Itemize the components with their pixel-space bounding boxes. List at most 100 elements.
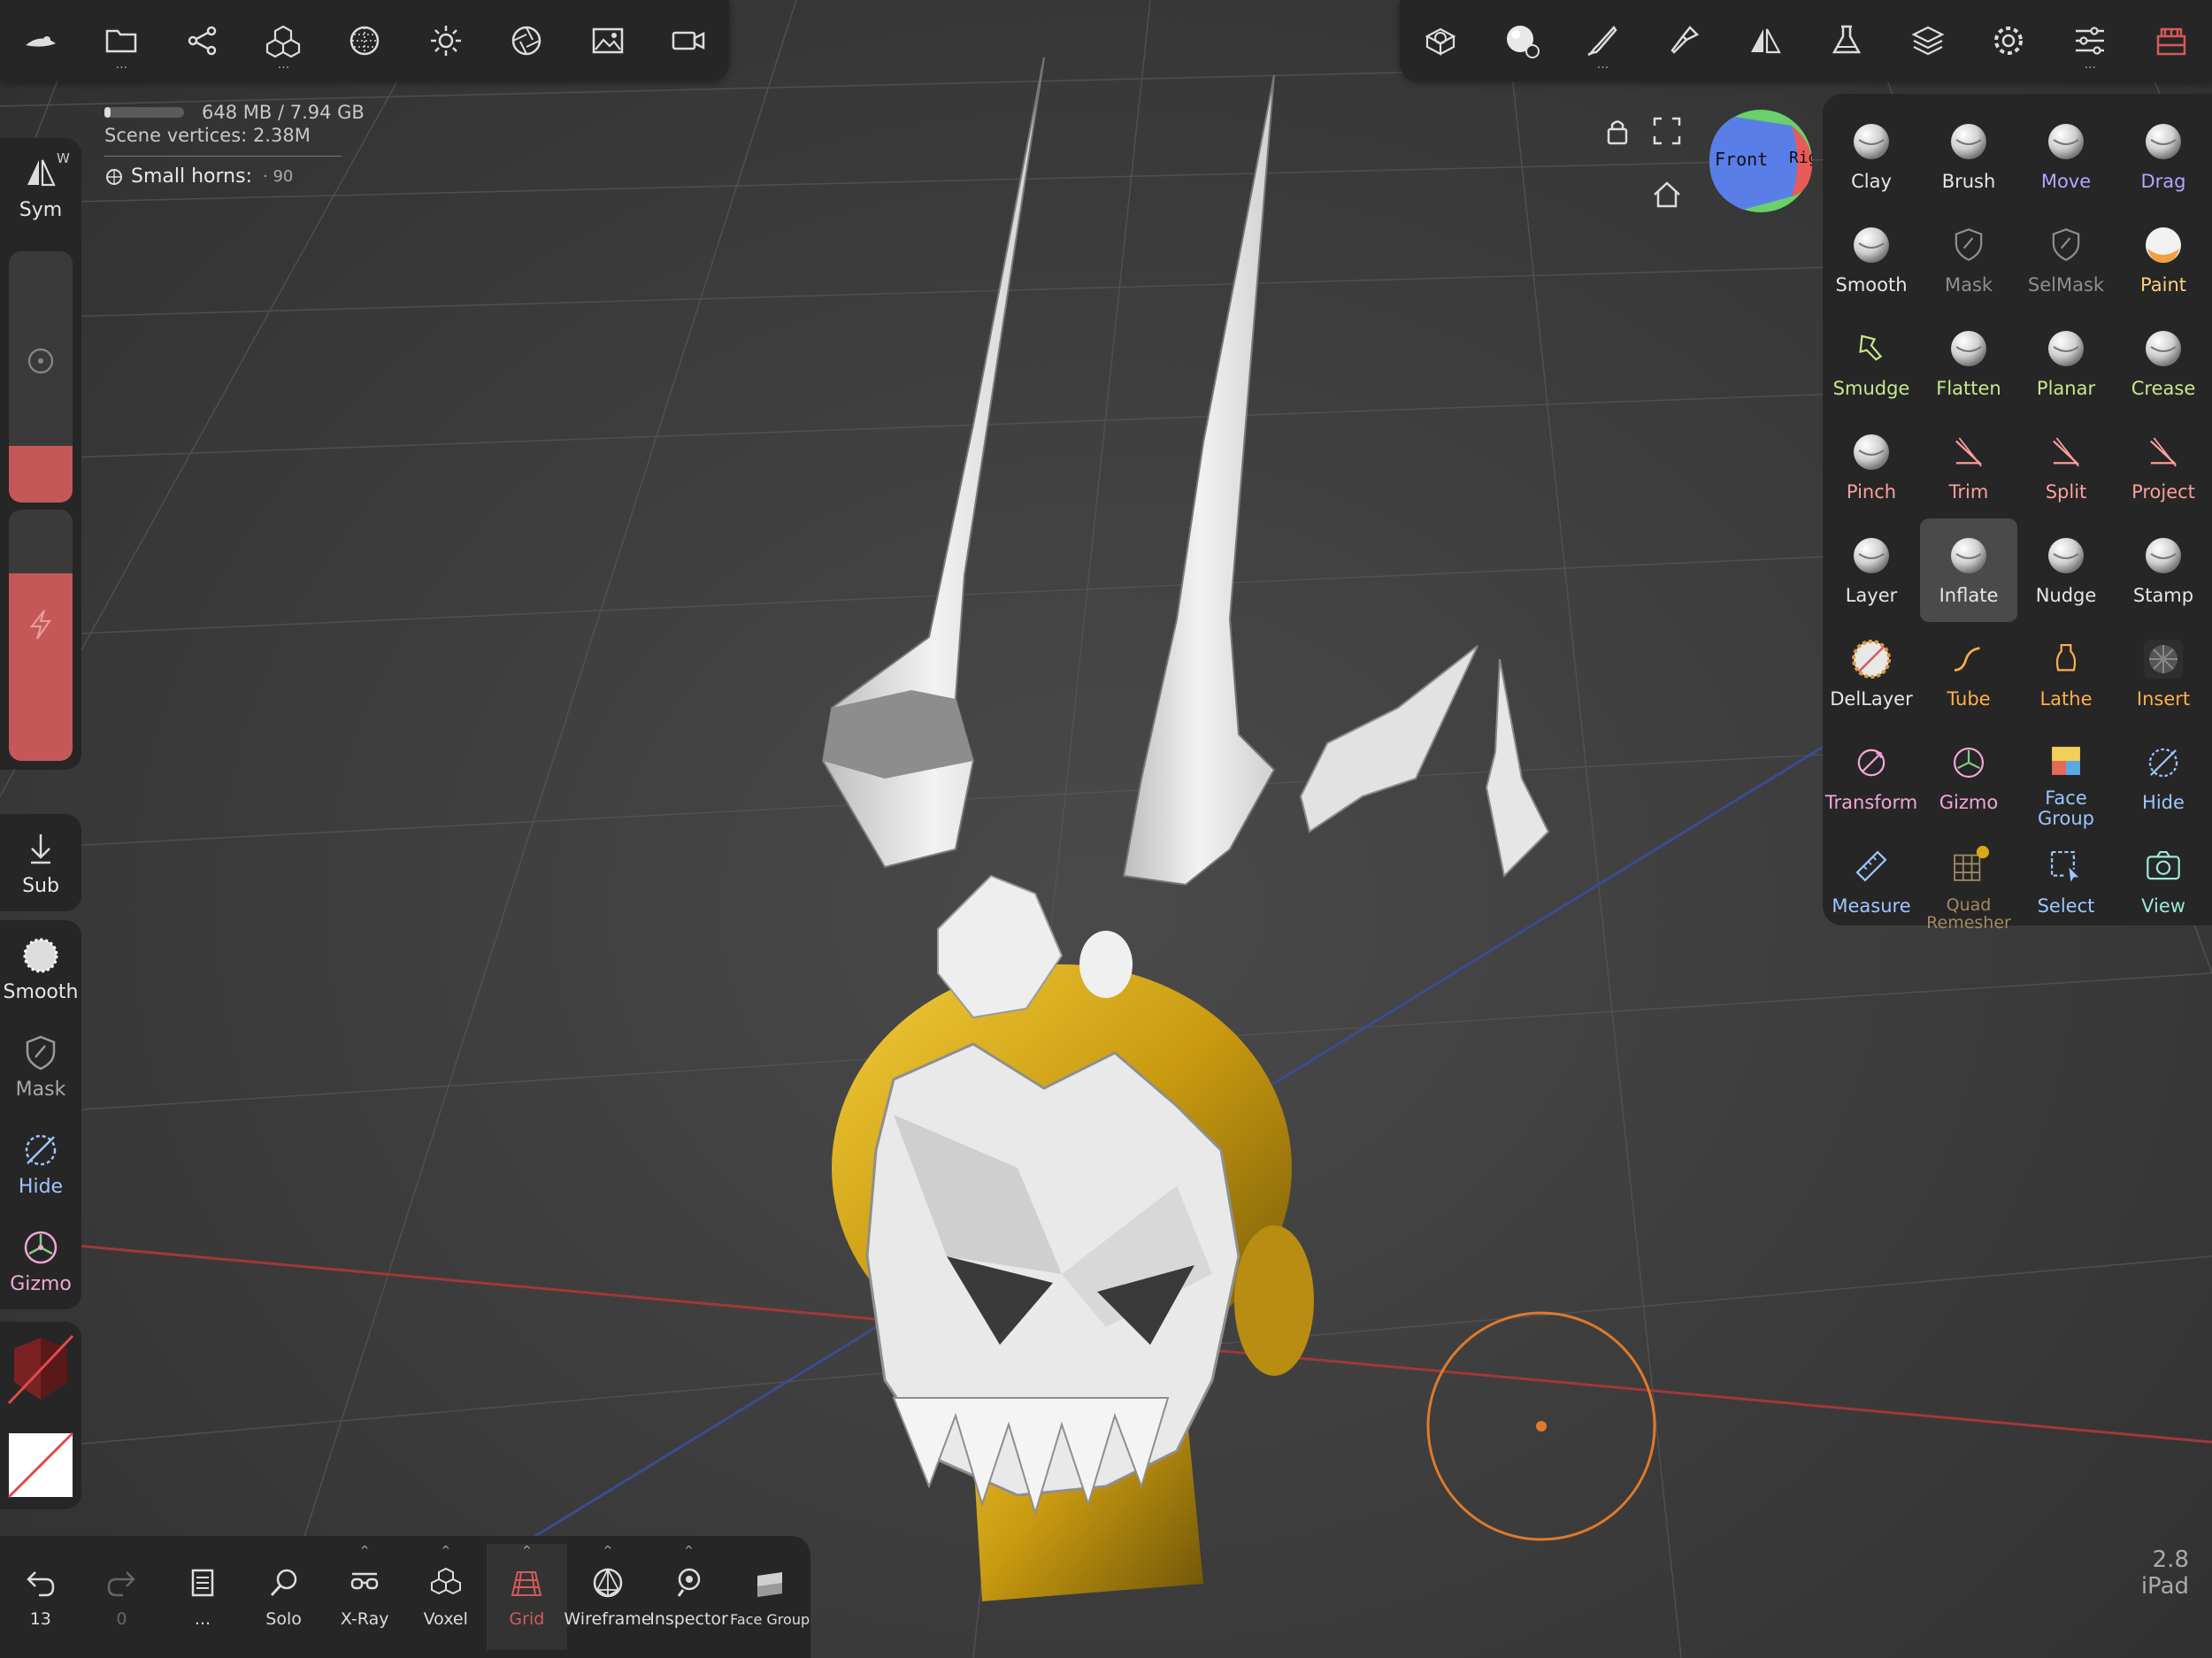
sub-button[interactable]: Sub [0,814,81,911]
tool-gizmo[interactable]: Gizmo [1920,725,2017,829]
selected-object-info[interactable]: Small horns: · 90 [104,165,365,188]
undo-button[interactable]: 13 [0,1544,81,1650]
tool-tube[interactable]: Tube [1920,622,2017,725]
tool-mask[interactable]: Mask [1920,208,2017,311]
tool-nudge[interactable]: Nudge [2017,518,2115,622]
tool-flatten[interactable]: Flatten [1920,311,2017,415]
brush-icon [1946,119,1992,165]
camera-lens-button[interactable] [486,1,567,81]
scene-stats: 648 MB / 7.94 GB Scene vertices: 2.38M S… [104,101,365,188]
topology-button[interactable] [1400,1,1481,81]
navigation-cube[interactable]: Front Right [1708,108,1814,214]
material-button[interactable] [1481,1,1563,81]
home-view-icon[interactable] [1651,179,1683,211]
voxel-button[interactable]: ^ Voxel [405,1544,487,1650]
gizmo-icon [1946,740,1992,786]
face-group-button[interactable]: Face Group [729,1544,810,1650]
tool-insert[interactable]: Insert [2115,622,2212,725]
shortcut-gizmo[interactable]: Gizmo [0,1212,81,1309]
version-number: 2.8 [2152,1547,2189,1573]
tool-face-group[interactable]: Face Group [2017,725,2115,829]
stamp-icon [2140,533,2186,579]
fullscreen-icon[interactable] [1651,115,1683,147]
scene-button[interactable] [162,1,243,81]
layer-icon [1848,533,1894,579]
tool-crease[interactable]: Crease [2115,311,2212,415]
tool-measure[interactable]: Measure [1823,829,1920,933]
tool-layer[interactable]: Layer [1823,518,1920,622]
video-button[interactable] [649,1,730,81]
history-button[interactable]: ... [162,1544,243,1650]
tool-planar[interactable]: Planar [2017,311,2115,415]
grid-button[interactable]: ^ Grid [486,1544,568,1650]
smudge-icon [1848,326,1894,372]
mask-icon [26,1035,56,1070]
light-button[interactable] [405,1,487,81]
sliders-button[interactable]: ... [2049,1,2131,81]
symmetry-button[interactable] [1724,1,1806,81]
shortcut-smooth[interactable]: Smooth [0,920,81,1017]
tool-label: Stamp [2132,585,2194,606]
tool-brush[interactable]: Brush [1920,104,2017,208]
settings-button[interactable] [1969,1,2050,81]
image-button[interactable] [567,1,649,81]
radius-slider[interactable] [9,251,73,503]
tool-paint[interactable]: Paint [2115,208,2212,311]
stroke-button[interactable] [1643,1,1724,81]
material-color-panel [0,1322,81,1509]
tool-drag[interactable]: Drag [2115,104,2212,208]
tool-smooth[interactable]: Smooth [1823,208,1920,311]
intensity-slider[interactable] [9,510,73,761]
symmetry-icon [1751,28,1781,54]
tool-label: Tube [1947,688,1991,710]
tool-label: Mask [1944,274,1993,296]
tool-quad-remesher[interactable]: Quad Remesher [1920,829,2017,933]
color-swatch-icon[interactable] [7,1432,74,1499]
tool-smudge[interactable]: Smudge [1823,311,1920,415]
app-version: 2.8 iPad [2141,1547,2189,1600]
background-icon [349,26,380,56]
tool-label: Paint [2140,274,2186,296]
tool-view[interactable]: View [2115,829,2212,933]
tool-dellayer[interactable]: DelLayer [1823,622,1920,725]
lock-icon[interactable] [1601,115,1633,147]
tool-pinch[interactable]: Pinch [1823,415,1920,518]
tool-select[interactable]: Select [2017,829,2115,933]
top-right-toolbar: ... ... [1400,0,2212,81]
sym-button[interactable]: Sym W [0,138,81,235]
store-button[interactable] [2131,1,2212,81]
scene-icon [188,26,217,56]
tool-transform[interactable]: Transform [1823,725,1920,829]
light-icon [430,26,461,56]
tool-project[interactable]: Project [2115,415,2212,518]
flask-button[interactable] [1806,1,1887,81]
shortcut-mask[interactable]: Mask [0,1017,81,1115]
inflate-icon [1946,533,1992,579]
xray-button[interactable]: ^ X-Ray [324,1544,405,1650]
material-swatch-icon[interactable] [0,1325,81,1414]
store-icon [2156,27,2186,56]
tool-split[interactable]: Split [2017,415,2115,518]
primitives-button[interactable]: ... [243,1,325,81]
background-button[interactable] [324,1,405,81]
inspector-button[interactable]: ^ Inspector [649,1544,730,1650]
tool-selmask[interactable]: SelMask [2017,208,2115,311]
smooth-icon [1848,222,1894,268]
shortcut-hide[interactable]: Hide [0,1115,81,1212]
tool-clay[interactable]: Clay [1823,104,1920,208]
layers-button[interactable] [1887,1,1969,81]
wireframe-button[interactable]: ^ Wireframe [564,1544,651,1650]
logo-button[interactable] [0,1,81,81]
solo-button[interactable]: Solo [243,1544,325,1650]
tool-inflate[interactable]: Inflate [1920,518,2017,622]
tool-stamp[interactable]: Stamp [2115,518,2212,622]
tool-lathe[interactable]: Lathe [2017,622,2115,725]
files-button[interactable]: ... [81,1,163,81]
crease-icon [2140,326,2186,372]
redo-button[interactable]: 0 [81,1544,163,1650]
insert-icon [2140,636,2186,682]
tool-trim[interactable]: Trim [1920,415,2017,518]
tool-move[interactable]: Move [2017,104,2115,208]
tool-hide[interactable]: Hide [2115,725,2212,829]
paint-brush-button[interactable]: ... [1563,1,1644,81]
